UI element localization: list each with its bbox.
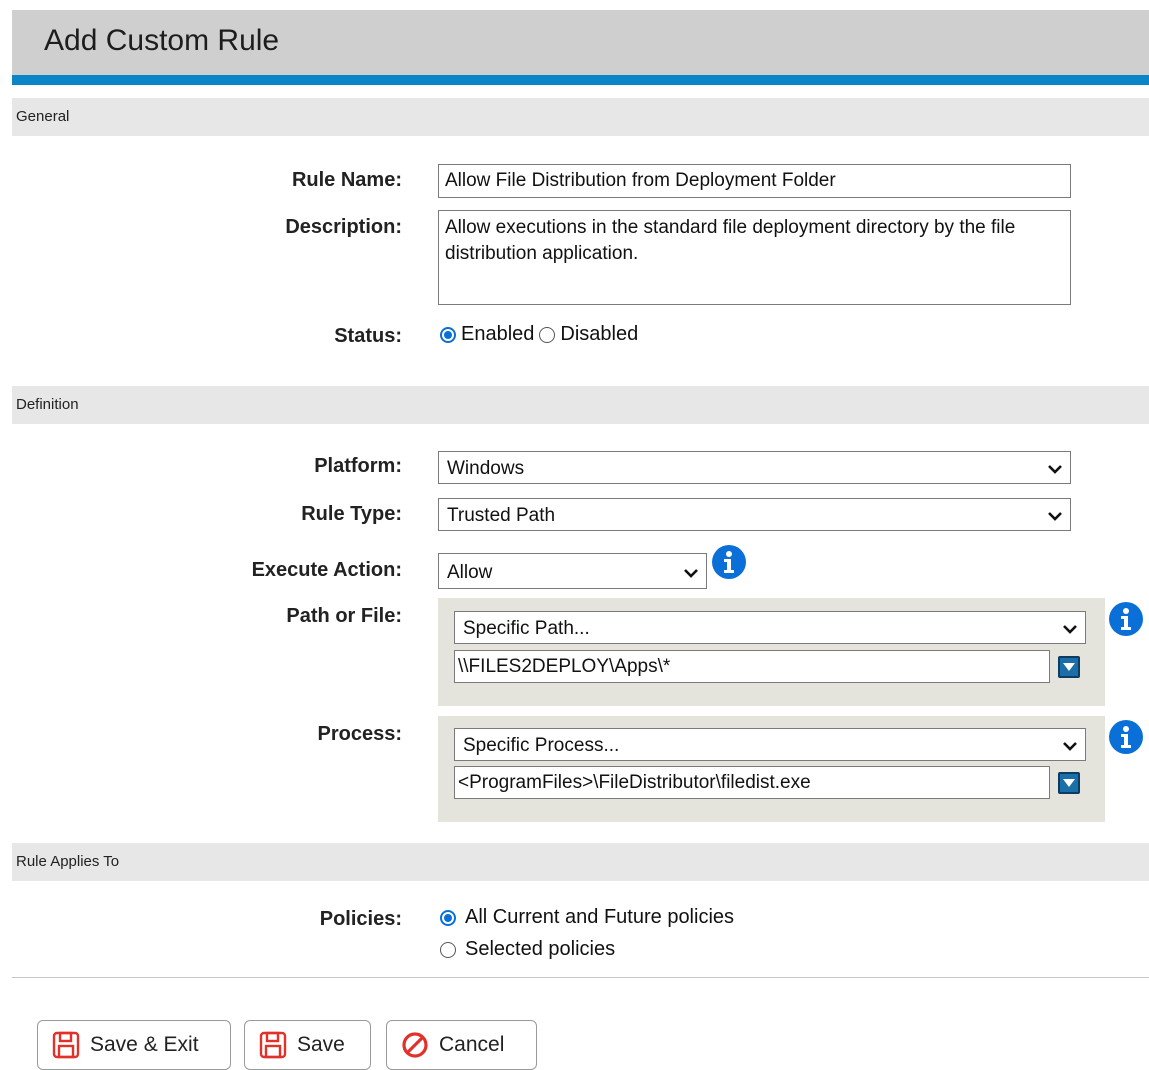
status-radio-group: Enabled Disabled [440,323,638,346]
policies-all-option: All Current and Future policies [440,906,734,929]
title-bar: Add Custom Rule [12,10,1149,75]
platform-value: Windows [447,458,525,479]
rule-type-value: Trusted Path [447,505,556,526]
path-type-select[interactable]: Specific Path... [454,611,1086,644]
policies-selected-label[interactable]: Selected policies [465,938,615,961]
execute-action-label: Execute Action: [251,559,402,581]
rule-name-label: Rule Name: [291,169,402,191]
save-exit-label: Save & Exit [90,1033,199,1056]
info-icon[interactable] [1109,720,1143,754]
execute-action-value: Allow [447,562,493,583]
path-input[interactable]: \\FILES2DEPLOY\Apps\* [454,650,1050,683]
rule-type-label: Rule Type: [301,503,402,525]
divider [12,977,1149,978]
save-label: Save [297,1033,345,1056]
chevron-down-icon [684,569,698,578]
dropdown-arrow-icon[interactable] [1058,772,1080,794]
rule-name-input[interactable]: Allow File Distribution from Deployment … [438,164,1071,198]
platform-label: Platform: [314,455,402,477]
platform-select[interactable]: Windows [438,451,1071,484]
chevron-down-icon [1048,512,1062,521]
section-header-definition: Definition [12,386,1149,424]
policies-selected-radio[interactable] [440,941,456,958]
policies-selected-option: Selected policies [440,938,615,961]
status-disabled-label[interactable]: Disabled [560,323,638,346]
policies-all-radio[interactable] [440,909,456,926]
section-header-applies-to: Rule Applies To [12,843,1149,881]
chevron-down-icon [1063,625,1077,634]
path-type-value: Specific Path... [463,618,590,639]
policies-all-label[interactable]: All Current and Future policies [465,906,734,929]
top-strip [0,0,1149,10]
cancel-label: Cancel [439,1033,505,1056]
section-header-general: General [12,98,1149,136]
save-icon [259,1031,287,1059]
section-title: General [16,108,70,125]
process-input[interactable]: <ProgramFiles>\FileDistributor\filedist.… [454,766,1050,799]
execute-action-select[interactable]: Allow [438,553,707,589]
path-or-file-label: Path or File: [286,605,402,627]
rule-type-select[interactable]: Trusted Path [438,498,1071,531]
accent-bar [12,75,1149,85]
status-enabled-radio[interactable] [440,326,456,343]
status-disabled-radio[interactable] [539,326,556,343]
info-icon[interactable] [712,545,746,579]
process-type-select[interactable]: Specific Process... [454,728,1086,761]
status-label: Status: [334,325,402,347]
info-icon[interactable] [1109,602,1143,636]
section-title: Definition [16,396,79,413]
description-textarea[interactable]: Allow executions in the standard file de… [438,210,1071,305]
save-icon [52,1031,80,1059]
process-label: Process: [317,723,403,745]
policies-label: Policies: [319,908,402,930]
status-enabled-label[interactable]: Enabled [461,323,534,346]
dropdown-arrow-icon[interactable] [1058,656,1080,678]
page-title: Add Custom Rule [44,24,280,57]
cancel-icon [402,1032,428,1058]
section-title: Rule Applies To [16,853,120,870]
chevron-down-icon [1063,742,1077,751]
description-label: Description: [285,216,402,238]
chevron-down-icon [1048,465,1062,474]
process-type-value: Specific Process... [463,735,620,756]
